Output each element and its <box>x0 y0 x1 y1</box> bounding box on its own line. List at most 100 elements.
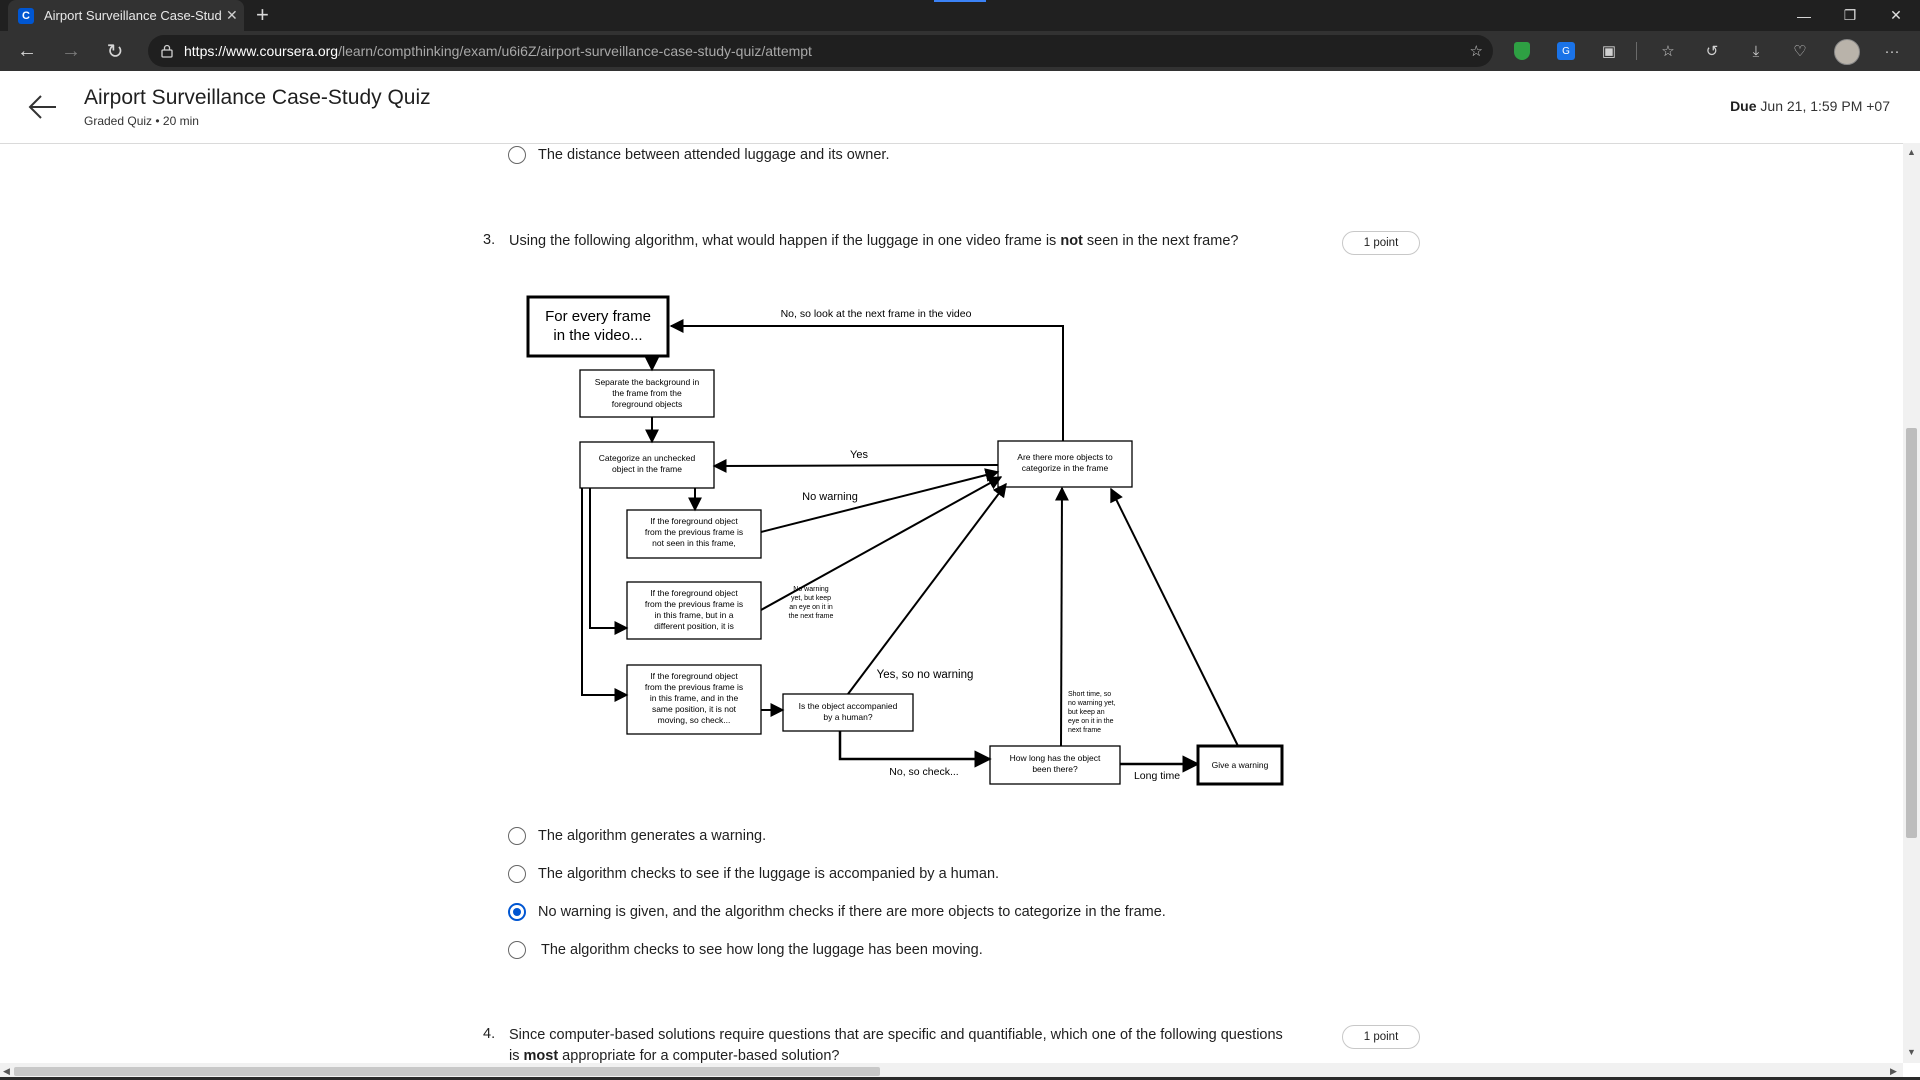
points-badge: 1 point <box>1342 1025 1420 1049</box>
question-number: 4. <box>483 1026 496 1042</box>
svg-text:No, so check...: No, so check... <box>889 766 958 778</box>
svg-text:If the foreground object: If the foreground object <box>650 671 738 681</box>
tab-title: Airport Surveillance Case-Study Q <box>44 8 222 23</box>
svg-text:Categorize an unchecked: Categorize an unchecked <box>599 453 696 463</box>
history-icon[interactable]: ↺ <box>1701 40 1723 62</box>
restore-icon[interactable]: ❐ <box>1827 0 1873 31</box>
svg-text:Is the object accompanied: Is the object accompanied <box>799 701 898 711</box>
due-date: Due Jun 21, 1:59 PM +07 <box>1730 98 1890 114</box>
favorites-icon[interactable]: ☆ <box>1657 40 1679 62</box>
option-text: The algorithm checks to see how long the… <box>541 942 983 958</box>
address-bar[interactable]: https://www.coursera.org/learn/compthink… <box>148 35 1493 67</box>
horizontal-scroll-thumb[interactable] <box>14 1067 880 1076</box>
points-badge: 1 point <box>1342 231 1420 255</box>
reload-icon[interactable]: ↻ <box>99 31 131 71</box>
svg-text:no warning yet,: no warning yet, <box>1068 700 1116 707</box>
radio-button-checked[interactable] <box>508 903 526 921</box>
answer-option[interactable]: The algorithm checks to see if the lugga… <box>508 865 999 883</box>
download-icon[interactable]: ⤓ <box>1745 40 1767 62</box>
back-icon[interactable]: ← <box>11 31 43 71</box>
svg-text:from the previous frame is: from the previous frame is <box>645 527 743 537</box>
svg-text:from the previous frame is: from the previous frame is <box>645 599 743 609</box>
question-text: Since computer-based solutions require q… <box>509 1027 1283 1064</box>
svg-text:by a human?: by a human? <box>823 712 872 722</box>
answer-option[interactable]: The algorithm checks to see how long the… <box>508 941 983 959</box>
due-label: Due <box>1730 98 1757 114</box>
scroll-up-icon[interactable]: ▲ <box>1907 147 1916 157</box>
svg-text:How long has the object: How long has the object <box>1010 753 1101 763</box>
quiz-title: Airport Surveillance Case-Study Quiz <box>84 86 431 109</box>
collections-icon[interactable]: ▣ <box>1598 40 1620 62</box>
svg-text:Yes: Yes <box>850 449 868 461</box>
option-text: The distance between attended luggage an… <box>538 147 890 163</box>
add-favorite-icon[interactable]: ☆ <box>1470 42 1483 60</box>
option-text: No warning is given, and the algorithm c… <box>538 904 1166 920</box>
radio-button[interactable] <box>508 827 526 845</box>
svg-text:but keep an: but keep an <box>1068 709 1105 716</box>
tab-close-icon[interactable]: ✕ <box>226 7 238 24</box>
svg-text:No warning: No warning <box>793 586 829 593</box>
question-text: Using the following algorithm, what woul… <box>509 233 1239 249</box>
translate-extension-icon[interactable]: G <box>1557 42 1575 60</box>
url-host: https://www.coursera.org <box>184 43 339 59</box>
profile-avatar[interactable] <box>1834 39 1860 65</box>
browser-tab[interactable]: C Airport Surveillance Case-Study Q ✕ <box>8 0 244 31</box>
svg-text:Are there more objects to: Are there more objects to <box>1017 452 1113 462</box>
svg-text:an eye on it in: an eye on it in <box>789 604 833 611</box>
svg-text:same position, it is not: same position, it is not <box>652 704 737 714</box>
answer-option-selected[interactable]: No warning is given, and the algorithm c… <box>508 903 1166 921</box>
start-line-2: in the video... <box>553 327 642 344</box>
svg-text:different position, it is: different position, it is <box>654 621 734 631</box>
due-date-value: Jun 21, 1:59 PM +07 <box>1760 98 1890 114</box>
algorithm-flowchart: For every frame in the video... Separate… <box>526 295 1284 786</box>
option-text: The algorithm generates a warning. <box>538 828 767 844</box>
answer-option[interactable]: The algorithm generates a warning. <box>508 827 766 845</box>
close-window-icon[interactable]: ✕ <box>1873 0 1919 31</box>
svg-text:No warning: No warning <box>802 491 858 503</box>
svg-text:object in the frame: object in the frame <box>612 464 682 474</box>
svg-text:yet, but keep: yet, but keep <box>791 595 831 602</box>
svg-text:Yes, so no warning: Yes, so no warning <box>877 669 974 681</box>
svg-text:from the previous frame is: from the previous frame is <box>645 682 743 692</box>
coursera-favicon-icon: C <box>18 7 34 24</box>
svg-text:moving, so check...: moving, so check... <box>658 715 731 725</box>
svg-text:Long time: Long time <box>1134 770 1180 782</box>
option-text: The algorithm checks to see if the lugga… <box>538 866 1000 882</box>
svg-text:in this frame, but in a: in this frame, but in a <box>655 610 734 620</box>
new-tab-icon[interactable]: + <box>256 4 269 26</box>
tab-activity-indicator <box>934 0 986 2</box>
back-arrow-icon[interactable] <box>28 94 58 120</box>
quiz-subtitle: Graded Quiz • 20 min <box>84 114 199 128</box>
svg-text:eye on it in the: eye on it in the <box>1068 718 1114 725</box>
radio-button[interactable] <box>508 941 526 959</box>
forward-icon[interactable]: → <box>55 31 87 71</box>
radio-button[interactable] <box>508 865 526 883</box>
radio-button[interactable] <box>508 146 526 164</box>
svg-text:No, so look at the next frame: No, so look at the next frame in the vid… <box>781 308 972 320</box>
toolbar-separator <box>1636 42 1637 60</box>
question-number: 3. <box>483 232 496 248</box>
svg-text:Short time, so: Short time, so <box>1068 691 1111 698</box>
scroll-down-icon[interactable]: ▼ <box>1907 1047 1916 1057</box>
scroll-right-icon[interactable]: ▶ <box>1890 1066 1897 1077</box>
vertical-scroll-thumb[interactable] <box>1906 428 1917 838</box>
svg-text:the next frame: the next frame <box>789 613 834 620</box>
svg-text:been there?: been there? <box>1032 764 1078 774</box>
svg-text:Give a warning: Give a warning <box>1212 760 1269 770</box>
answer-option[interactable]: The distance between attended luggage an… <box>508 146 889 164</box>
svg-text:If the foreground object: If the foreground object <box>650 588 738 598</box>
lock-icon[interactable] <box>160 44 174 58</box>
svg-text:categorize in the frame: categorize in the frame <box>1022 463 1109 473</box>
svg-text:the frame from the: the frame from the <box>612 388 682 398</box>
shield-extension-icon[interactable] <box>1514 42 1530 60</box>
more-icon[interactable]: ··· <box>1881 40 1903 62</box>
minimize-icon[interactable]: — <box>1781 0 1827 31</box>
svg-text:foreground objects: foreground objects <box>612 399 682 409</box>
svg-text:next frame: next frame <box>1068 727 1101 734</box>
scroll-left-icon[interactable]: ◀ <box>3 1066 10 1077</box>
svg-text:If the foreground object: If the foreground object <box>650 516 738 526</box>
svg-text:not seen in this frame,: not seen in this frame, <box>652 538 736 548</box>
svg-text:Separate the background in: Separate the background in <box>595 377 700 387</box>
svg-text:in this frame, and in the: in this frame, and in the <box>650 693 739 703</box>
browser-essentials-icon[interactable]: ♡ <box>1789 40 1811 62</box>
